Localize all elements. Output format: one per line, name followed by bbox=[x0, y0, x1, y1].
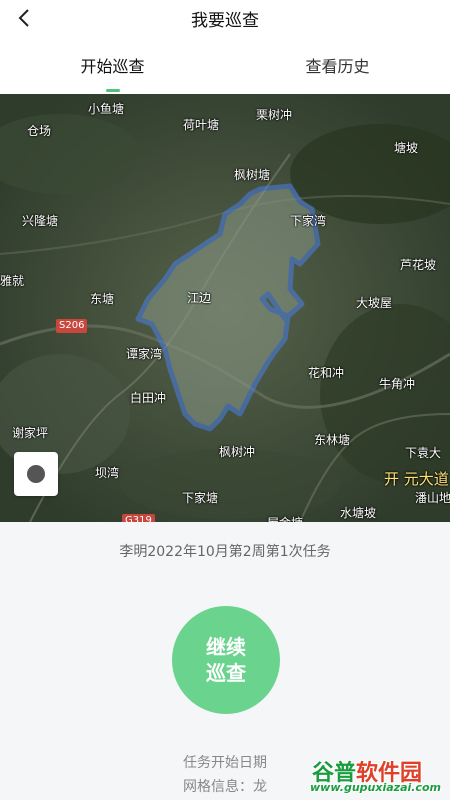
place-label: 坝湾 bbox=[95, 466, 120, 480]
locate-button[interactable] bbox=[14, 452, 58, 496]
place-label: 雅就 bbox=[0, 274, 25, 288]
place-label: 大坡屋 bbox=[356, 296, 393, 310]
place-label: 牛角冲 bbox=[379, 377, 416, 391]
tab-start-patrol[interactable]: 开始巡查 bbox=[0, 36, 225, 94]
back-button[interactable] bbox=[10, 4, 38, 32]
place-label: 东林塘 bbox=[314, 433, 351, 447]
road-badge: G319 bbox=[122, 514, 155, 522]
place-label: 芦花坡 bbox=[400, 258, 437, 272]
place-label: 塘坡 bbox=[394, 141, 419, 155]
top-bar: 我要巡查 bbox=[0, 0, 450, 36]
road-name-label: 开 元大道 bbox=[384, 470, 449, 488]
tab-start-patrol-label: 开始巡查 bbox=[80, 57, 145, 76]
tab-history-label: 查看历史 bbox=[305, 57, 370, 76]
grid-value: 龙 bbox=[253, 779, 267, 795]
place-label: 谭家湾 bbox=[126, 347, 163, 361]
place-label: 花和冲 bbox=[308, 366, 345, 380]
tab-history[interactable]: 查看历史 bbox=[225, 36, 450, 94]
locate-icon bbox=[27, 465, 45, 483]
watermark-url: www.gupuxiazai.com bbox=[310, 781, 441, 794]
chevron-left-icon bbox=[18, 9, 29, 27]
place-label: 枫树塘 bbox=[234, 168, 271, 182]
continue-line2: 巡查 bbox=[206, 661, 246, 685]
place-label: 东塘 bbox=[90, 292, 115, 306]
place-label: 水塘坡 bbox=[340, 506, 377, 520]
place-label: 下家塘 bbox=[182, 491, 219, 505]
grid-label: 网格信息： bbox=[183, 779, 253, 795]
satellite-map[interactable]: 小鱼塘 荷叶塘 栗树冲 仓场 塘坡 枫树塘 兴隆塘 下家湾 芦花坡 雅就 东塘 … bbox=[0, 94, 450, 522]
watermark: 谷普软件园 www.gupuxiazai.com bbox=[306, 755, 448, 799]
place-label: 荷叶塘 bbox=[183, 118, 220, 132]
place-label: 小鱼塘 bbox=[88, 102, 125, 116]
tab-active-indicator bbox=[105, 89, 120, 92]
place-label: 下袁大 bbox=[405, 446, 442, 460]
task-title: 李明2022年10月第2周第1次任务 bbox=[119, 544, 331, 560]
place-label: 枫树冲 bbox=[219, 445, 256, 459]
place-label: 仓场 bbox=[27, 124, 52, 138]
start-date-label: 任务开始日期 bbox=[183, 755, 267, 771]
app-root: 我要巡查 开始巡查 查看历史 小鱼塘 荷叶塘 栗树冲 仓场 塘坡 枫树塘 兴隆塘… bbox=[0, 0, 450, 800]
place-label: 白田冲 bbox=[130, 391, 167, 405]
continue-line1: 继续 bbox=[206, 635, 246, 659]
page-title: 我要巡查 bbox=[191, 10, 259, 31]
place-label: 潘山地 bbox=[415, 491, 450, 505]
place-label: 屋金塘 bbox=[267, 514, 303, 522]
place-label: 兴隆塘 bbox=[22, 214, 59, 228]
place-label: 下家湾 bbox=[290, 214, 327, 228]
road-badge: S206 bbox=[56, 319, 88, 333]
place-label: 栗树冲 bbox=[256, 108, 293, 122]
place-label: 江边 bbox=[187, 291, 212, 305]
continue-patrol-button[interactable]: 继续 巡查 bbox=[172, 606, 280, 714]
tab-bar: 开始巡查 查看历史 bbox=[0, 36, 450, 94]
place-label: 谢家坪 bbox=[12, 426, 49, 440]
